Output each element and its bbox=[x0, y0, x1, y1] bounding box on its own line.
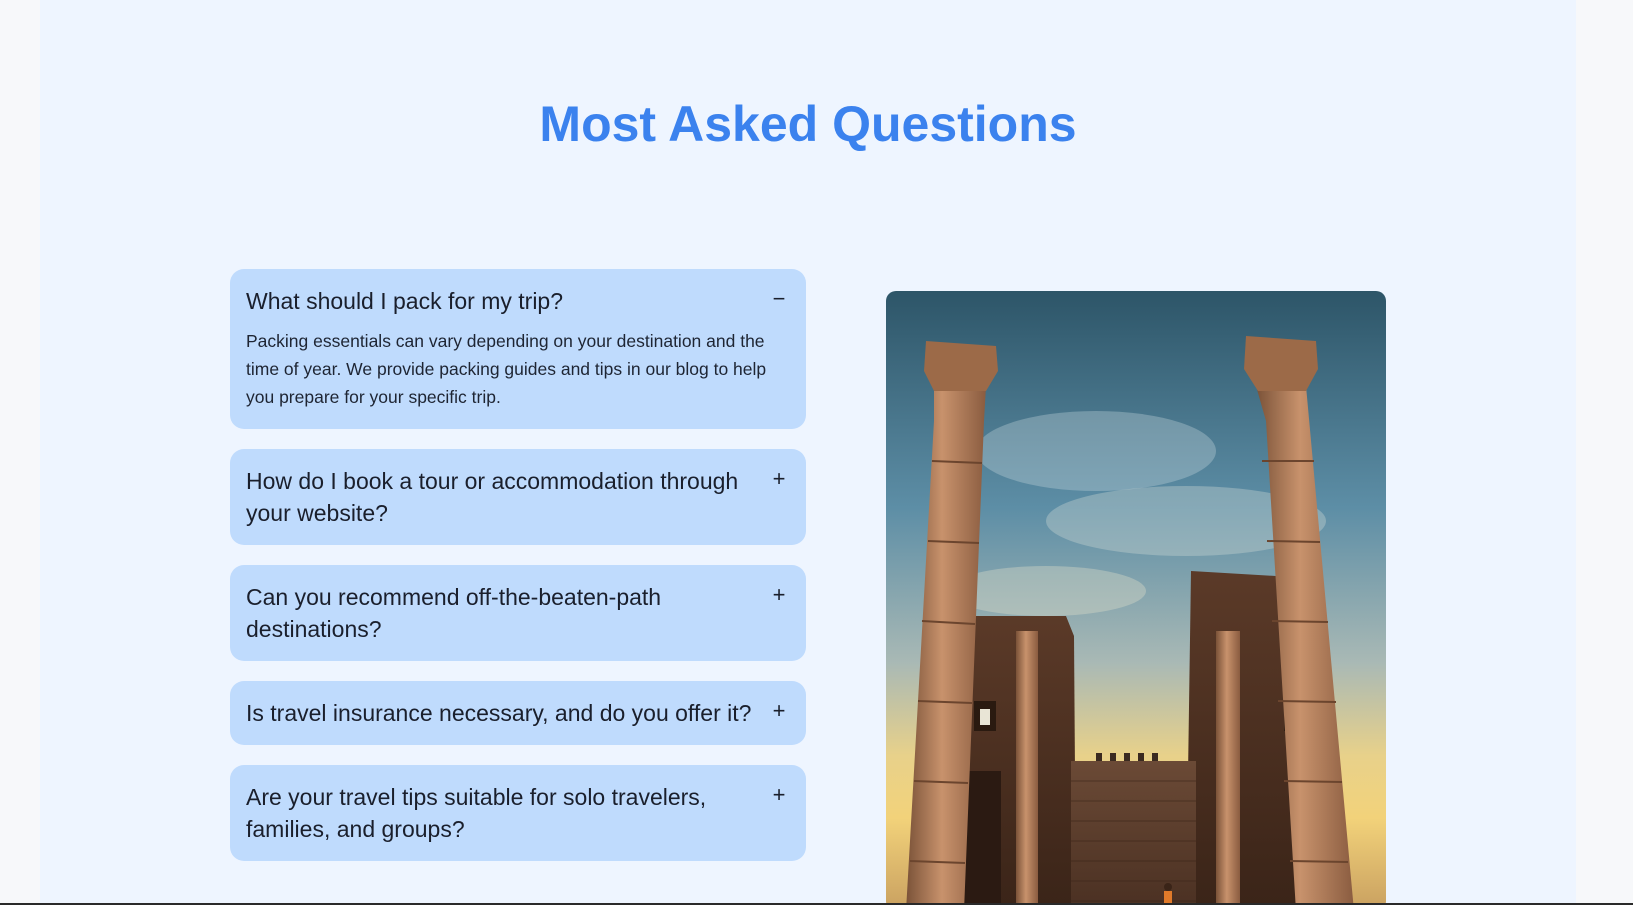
ancient-columns-image bbox=[886, 291, 1386, 903]
expand-icon[interactable]: + bbox=[768, 781, 790, 809]
faq-list: What should I pack for my trip? − Packin… bbox=[230, 269, 806, 881]
faq-item-booking[interactable]: How do I book a tour or accommodation th… bbox=[230, 449, 806, 545]
faq-header: Can you recommend off-the-beaten-path de… bbox=[246, 581, 790, 645]
faq-item-travelers[interactable]: Are your travel tips suitable for solo t… bbox=[230, 765, 806, 861]
faq-question: How do I book a tour or accommodation th… bbox=[246, 468, 739, 526]
faq-section: Most Asked Questions What should I pack … bbox=[40, 0, 1576, 903]
page-title: Most Asked Questions bbox=[539, 96, 1077, 152]
faq-item-destinations[interactable]: Can you recommend off-the-beaten-path de… bbox=[230, 565, 806, 661]
faq-header: What should I pack for my trip? − bbox=[246, 285, 790, 317]
expand-icon[interactable]: + bbox=[768, 697, 790, 725]
faq-question: What should I pack for my trip? bbox=[246, 288, 564, 314]
faq-question: Is travel insurance necessary, and do yo… bbox=[246, 700, 752, 726]
collapse-icon[interactable]: − bbox=[768, 285, 790, 313]
faq-item-insurance[interactable]: Is travel insurance necessary, and do yo… bbox=[230, 681, 806, 745]
ruins-photo bbox=[886, 291, 1386, 903]
faq-question: Are your travel tips suitable for solo t… bbox=[246, 784, 707, 842]
faq-header: How do I book a tour or accommodation th… bbox=[246, 465, 790, 529]
expand-icon[interactable]: + bbox=[768, 581, 790, 609]
faq-item-pack[interactable]: What should I pack for my trip? − Packin… bbox=[230, 269, 806, 429]
faq-answer: Packing essentials can vary depending on… bbox=[246, 331, 767, 407]
faq-header: Are your travel tips suitable for solo t… bbox=[246, 781, 790, 845]
faq-header: Is travel insurance necessary, and do yo… bbox=[246, 697, 790, 729]
faq-question: Can you recommend off-the-beaten-path de… bbox=[246, 584, 662, 642]
expand-icon[interactable]: + bbox=[768, 465, 790, 493]
